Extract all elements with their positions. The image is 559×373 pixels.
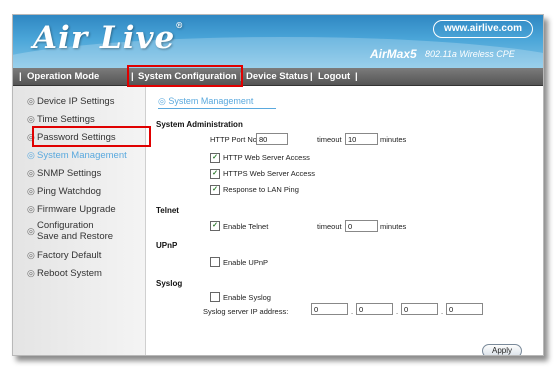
window-frame: Air Live® www.airlive.com AirMax5 802.11…: [12, 14, 544, 356]
enable-telnet-label: Enable Telnet: [223, 222, 269, 231]
section-syslog: Syslog: [156, 279, 183, 288]
header-banner: Air Live® www.airlive.com AirMax5 802.11…: [13, 15, 543, 68]
http-timeout-input[interactable]: 10: [345, 133, 378, 145]
bullet-icon: ◎: [27, 268, 35, 278]
minutes-label: minutes: [380, 135, 407, 144]
nav-operation-mode[interactable]: Operation Mode: [27, 69, 99, 84]
highlight-box-system-configuration: [127, 65, 243, 87]
bullet-icon: ◎: [27, 96, 35, 106]
sidebar-item-device-ip[interactable]: ◎ Device IP Settings: [27, 96, 114, 107]
airlive-logo: Air Live®: [33, 20, 185, 56]
nav-separator: |: [355, 71, 358, 82]
main-content: ◎ System Management System Administratio…: [146, 86, 543, 355]
sidebar-item-time[interactable]: ◎ Time Settings: [27, 114, 95, 125]
enable-upnp-label: Enable UPnP: [223, 258, 269, 267]
lan-ping-checkbox[interactable]: ✓: [210, 185, 220, 195]
https-access-label: HTTPS Web Server Access: [223, 169, 315, 178]
apply-button[interactable]: Apply: [482, 344, 522, 355]
enable-syslog-checkbox[interactable]: [210, 292, 220, 302]
telnet-timeout-input[interactable]: 0: [345, 220, 378, 232]
nav-separator: |: [310, 71, 313, 82]
website-link[interactable]: www.airlive.com: [433, 20, 533, 38]
ip-dot: .: [441, 307, 444, 316]
nav-logout[interactable]: Logout: [318, 69, 350, 84]
bullet-icon: ◎: [27, 114, 35, 124]
bullet-icon: ◎: [27, 250, 35, 260]
ip-dot: .: [351, 307, 354, 316]
sidebar-item-ping-watchdog[interactable]: ◎ Ping Watchdog: [27, 186, 101, 197]
page-title: ◎ System Management: [158, 96, 276, 109]
ip-dot: .: [396, 307, 399, 316]
sidebar-item-factory-default[interactable]: ◎ Factory Default: [27, 250, 101, 261]
top-nav: | Operation Mode | System Configuration …: [13, 68, 543, 86]
section-telnet: Telnet: [156, 206, 179, 215]
http-port-input[interactable]: 80: [256, 133, 288, 145]
nav-device-status[interactable]: Device Status: [246, 69, 308, 84]
sidebar-item-snmp[interactable]: ◎ SNMP Settings: [27, 168, 101, 179]
sidebar-item-firmware-upgrade[interactable]: ◎ Firmware Upgrade: [27, 204, 116, 215]
syslog-ip-octet-3[interactable]: 0: [401, 303, 438, 315]
lan-ping-label: Response to LAN Ping: [223, 185, 299, 194]
model-name: AirMax5: [370, 47, 417, 61]
sidebar-item-reboot[interactable]: ◎ Reboot System: [27, 268, 102, 279]
http-access-checkbox[interactable]: ✓: [210, 153, 220, 163]
http-port-label: HTTP Port No.: [210, 135, 260, 144]
enable-telnet-checkbox[interactable]: ✓: [210, 221, 220, 231]
enable-upnp-checkbox[interactable]: [210, 257, 220, 267]
bullet-icon: ◎: [158, 96, 166, 106]
section-system-administration: System Administration: [156, 120, 243, 129]
nav-separator: |: [19, 71, 22, 82]
bullet-icon: ◎: [27, 186, 35, 196]
bullet-icon: ◎: [27, 168, 35, 178]
sidebar-item-system-management[interactable]: ◎ System Management: [27, 150, 127, 161]
model-description: 802.11a Wireless CPE: [425, 49, 515, 59]
timeout-label: timeout: [317, 135, 342, 144]
enable-syslog-label: Enable Syslog: [223, 293, 271, 302]
https-access-checkbox[interactable]: ✓: [210, 169, 220, 179]
bullet-icon: ◎: [27, 204, 35, 214]
http-access-label: HTTP Web Server Access: [223, 153, 310, 162]
syslog-ip-label: Syslog server IP address:: [203, 307, 289, 316]
bullet-icon: ◎: [27, 226, 35, 236]
telnet-timeout-label: timeout: [317, 222, 342, 231]
syslog-ip-octet-1[interactable]: 0: [311, 303, 348, 315]
bullet-icon: ◎: [27, 150, 35, 160]
syslog-ip-octet-4[interactable]: 0: [446, 303, 483, 315]
sidebar-item-configuration[interactable]: ◎ Configuration Save and Restore: [27, 220, 113, 242]
highlight-box-password-settings: [32, 126, 151, 147]
telnet-minutes-label: minutes: [380, 222, 407, 231]
section-upnp: UPnP: [156, 241, 178, 250]
syslog-ip-octet-2[interactable]: 0: [356, 303, 393, 315]
